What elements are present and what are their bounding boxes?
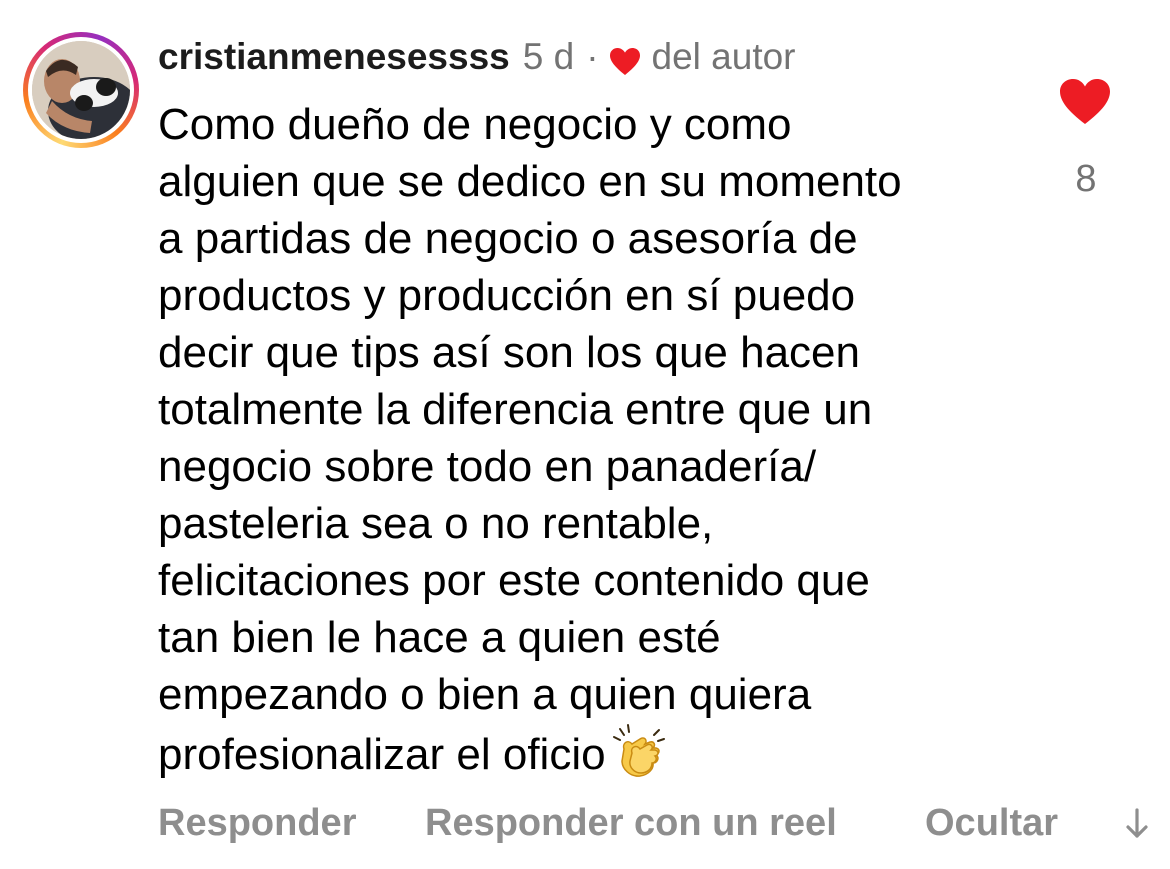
comment-text-line: alguien que se dedico en su momento [158,157,902,206]
avatar[interactable] [23,32,139,148]
arrow-down-icon[interactable] [1122,800,1152,846]
comment-text: Como dueño de negocio y como alguien que… [158,96,1018,783]
comment-text-line: tan bien le hace a quien esté [158,613,721,662]
comment-text-line: profesionalizar el oficio [158,730,606,779]
comment-text-line: decir que tips así son los que hacen [158,328,861,377]
comment-header: cristianmenesessss 5 d · del autor [158,34,796,80]
comment-item: cristianmenesessss 5 d · del autor Como … [0,0,1170,869]
comment-text-line: empezando o bien a quien quiera [158,670,812,719]
comment-text-line: totalmente la diferencia entre que un [158,385,873,434]
reply-button[interactable]: Responder [158,800,356,846]
liked-by-author-label: del autor [651,36,796,77]
comment-text-line: a partidas de negocio o asesoría de [158,214,858,263]
comment-timestamp: 5 d [522,36,575,77]
clapping-hands-icon [610,723,668,781]
comment-text-last-line: profesionalizar el oficio [158,723,1018,783]
comment-text-line: productos y producción en sí puedo [158,271,856,320]
reply-with-reel-button[interactable]: Responder con un reel [425,800,837,846]
heart-icon [609,42,641,75]
comment-text-line: Como dueño de negocio y como [158,100,792,149]
comment-text-line: pasteleria sea o no rentable, [158,499,714,548]
comment-text-line: felicitaciones por este contenido que [158,556,870,605]
like-count: 8 [1075,158,1097,200]
header-separator: · [586,36,599,77]
hide-button[interactable]: Ocultar [925,800,1058,846]
comment-text-line: negocio sobre todo en panadería/ [158,442,817,491]
username-link[interactable]: cristianmenesessss [158,34,510,80]
avatar-photo [32,41,130,139]
heart-filled-icon[interactable] [1059,78,1111,126]
